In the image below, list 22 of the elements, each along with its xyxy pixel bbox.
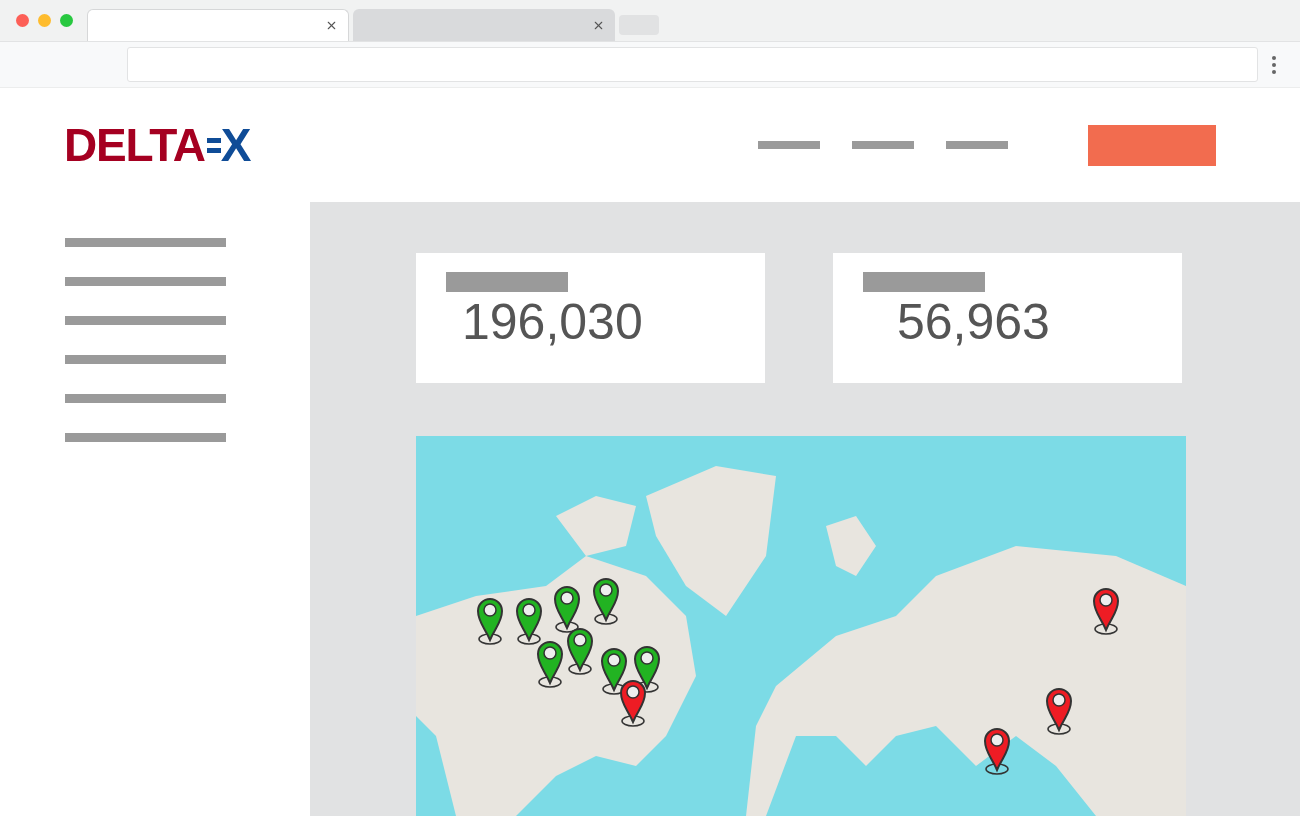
map-pin-icon[interactable]	[475, 596, 505, 646]
maximize-window-icon[interactable]	[60, 14, 73, 27]
map-pin-icon[interactable]	[618, 678, 648, 728]
action-button[interactable]	[1088, 124, 1216, 166]
address-field[interactable]	[127, 47, 1258, 82]
more-options-icon[interactable]	[1272, 55, 1276, 74]
map-pin-icon[interactable]	[599, 646, 629, 696]
close-tab-icon[interactable]	[325, 19, 338, 32]
map-pin-icon[interactable]	[565, 626, 595, 676]
logo[interactable]: DELTA X	[64, 122, 252, 168]
map-pin-icon[interactable]	[552, 584, 582, 634]
close-window-icon[interactable]	[16, 14, 29, 27]
island-drawing	[826, 516, 876, 576]
map-pin-icon[interactable]	[514, 596, 544, 646]
map-pin-icon[interactable]	[1044, 686, 1074, 736]
stat-value: 56,963	[896, 293, 1051, 352]
map-pin-icon[interactable]	[535, 639, 565, 689]
map-pin-icon[interactable]	[591, 576, 621, 626]
stat-value: 196,030	[461, 293, 644, 352]
map-pin-icon[interactable]	[1091, 586, 1121, 636]
map-pin-icon[interactable]	[982, 726, 1012, 776]
minimize-window-icon[interactable]	[38, 14, 51, 27]
